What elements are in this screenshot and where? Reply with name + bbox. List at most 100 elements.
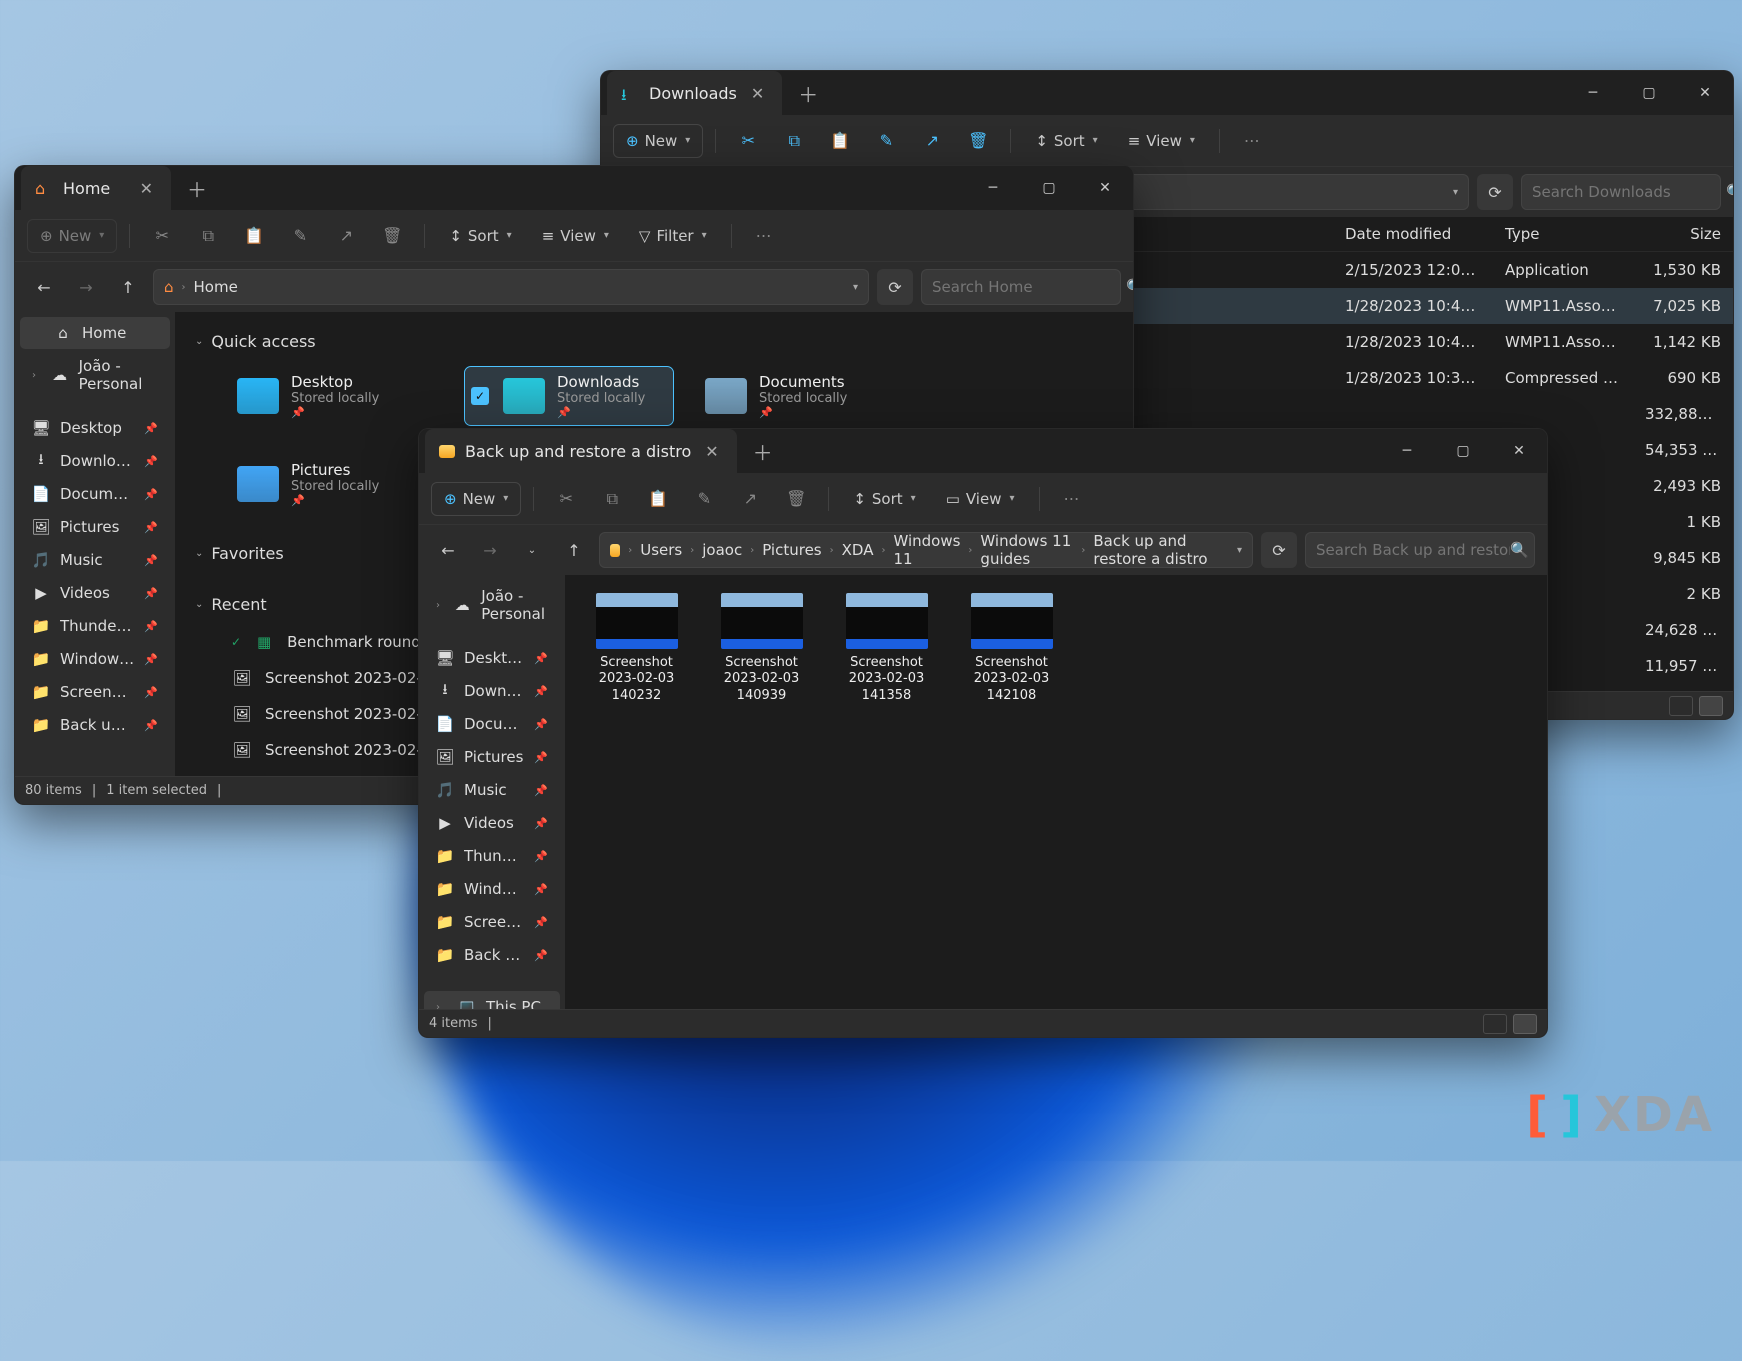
- filter-button[interactable]: ▽ Filter▾: [627, 220, 719, 252]
- minimize-button[interactable]: ─: [1379, 429, 1435, 473]
- sidebar-item[interactable]: 🖼Pictures📌: [20, 511, 170, 543]
- view-button[interactable]: ≡ View▾: [530, 220, 621, 252]
- sort-button[interactable]: ↕ Sort▾: [437, 220, 523, 252]
- address-bar[interactable]: › Users›joaoc›Pictures›XDA›Windows 11›Wi…: [599, 532, 1253, 568]
- sidebar-item[interactable]: ⭳Downloads📌: [20, 445, 170, 477]
- add-tab-button[interactable]: ＋: [737, 437, 789, 466]
- breadcrumb-segment[interactable]: joaoc: [702, 541, 742, 559]
- sidebar-item[interactable]: ›☁João - Personal: [424, 580, 560, 630]
- up-button[interactable]: ↑: [111, 270, 145, 304]
- back-button[interactable]: ←: [27, 270, 61, 304]
- sidebar-item[interactable]: 📄Documents📌: [424, 708, 560, 740]
- minimize-button[interactable]: ─: [1565, 71, 1621, 115]
- sidebar-item[interactable]: 📄Documents📌: [20, 478, 170, 510]
- address-bar[interactable]: ⌂ › Home ▾: [153, 269, 869, 305]
- tab-close-icon[interactable]: ✕: [136, 179, 157, 198]
- tab-backup[interactable]: Back up and restore a distro ✕: [425, 429, 737, 473]
- view-button[interactable]: ▭ View▾: [934, 483, 1027, 515]
- sidebar-item[interactable]: 📁Screenshots📌: [20, 676, 170, 708]
- breadcrumb-segment[interactable]: Windows 11: [893, 532, 960, 568]
- quick-access-item[interactable]: DocumentsStored locally📌: [699, 367, 907, 425]
- quick-access-item[interactable]: DesktopStored locally📌: [231, 367, 439, 425]
- sidebar-item[interactable]: 📁Back up and res📌: [20, 709, 170, 741]
- sidebar-item[interactable]: 🎵Music📌: [20, 544, 170, 576]
- file-thumbnail[interactable]: Screenshot2023-02-03141358: [839, 593, 934, 704]
- add-tab-button[interactable]: ＋: [171, 174, 223, 203]
- sidebar-item[interactable]: 📁Thunderbolt📌: [20, 610, 170, 642]
- col-size[interactable]: Size: [1633, 225, 1733, 243]
- delete-icon[interactable]: 🗑: [958, 123, 998, 159]
- view-mode-toggle[interactable]: [1483, 1014, 1537, 1034]
- search-input[interactable]: [1532, 183, 1726, 201]
- sidebar-item[interactable]: ›☁João - Personal: [20, 350, 170, 400]
- sidebar-item[interactable]: ▶Videos📌: [424, 807, 560, 839]
- refresh-button[interactable]: ⟳: [877, 269, 913, 305]
- sidebar-item[interactable]: 🎵Music📌: [424, 774, 560, 806]
- add-tab-button[interactable]: ＋: [782, 79, 834, 108]
- search-input[interactable]: [1316, 541, 1510, 559]
- col-date[interactable]: Date modified: [1333, 225, 1493, 243]
- file-thumbnail[interactable]: Screenshot2023-02-03142108: [964, 593, 1059, 704]
- breadcrumb-segment[interactable]: Users: [640, 541, 682, 559]
- maximize-button[interactable]: ▢: [1435, 429, 1491, 473]
- sidebar-item[interactable]: 📁Windows 11📌: [424, 873, 560, 905]
- close-button[interactable]: ✕: [1077, 166, 1133, 210]
- share-icon[interactable]: ↗: [730, 481, 770, 517]
- more-icon[interactable]: ⋯: [1052, 481, 1092, 517]
- sort-button[interactable]: ↕ Sort▾: [841, 483, 927, 515]
- rename-icon[interactable]: ✎: [684, 481, 724, 517]
- sidebar-item[interactable]: 📁Screenshots📌: [424, 906, 560, 938]
- maximize-button[interactable]: ▢: [1621, 71, 1677, 115]
- view-button[interactable]: ≡ View▾: [1116, 125, 1207, 157]
- paste-icon[interactable]: 📋: [234, 218, 274, 254]
- sidebar-item[interactable]: ▶Videos📌: [20, 577, 170, 609]
- maximize-button[interactable]: ▢: [1021, 166, 1077, 210]
- forward-button[interactable]: →: [69, 270, 103, 304]
- search-box[interactable]: 🔍: [1305, 532, 1535, 568]
- rename-icon[interactable]: ✎: [280, 218, 320, 254]
- refresh-button[interactable]: ⟳: [1261, 532, 1297, 568]
- share-icon[interactable]: ↗: [326, 218, 366, 254]
- more-icon[interactable]: ⋯: [744, 218, 784, 254]
- cut-icon[interactable]: ✂: [142, 218, 182, 254]
- sidebar-item[interactable]: 📁Thunderbolt📌: [424, 840, 560, 872]
- forward-button[interactable]: →: [473, 533, 507, 567]
- breadcrumb-segment[interactable]: Back up and restore a distro: [1093, 532, 1229, 568]
- recent-locations-button[interactable]: ⌄: [515, 533, 549, 567]
- search-box[interactable]: 🔍: [921, 269, 1121, 305]
- close-button[interactable]: ✕: [1677, 71, 1733, 115]
- search-input[interactable]: [932, 278, 1126, 296]
- refresh-button[interactable]: ⟳: [1477, 174, 1513, 210]
- breadcrumb-segment[interactable]: XDA: [842, 541, 874, 559]
- close-button[interactable]: ✕: [1491, 429, 1547, 473]
- quick-access-item[interactable]: ✓DownloadsStored locally📌: [465, 367, 673, 425]
- copy-icon[interactable]: ⧉: [592, 481, 632, 517]
- file-thumbnail[interactable]: Screenshot2023-02-03140232: [589, 593, 684, 704]
- breadcrumb[interactable]: Home: [194, 278, 238, 296]
- col-type[interactable]: Type: [1493, 225, 1633, 243]
- paste-icon[interactable]: 📋: [820, 123, 860, 159]
- new-button[interactable]: ⊕ New▾: [27, 219, 117, 253]
- section-quick-access[interactable]: ⌄Quick access: [191, 322, 1117, 361]
- sort-button[interactable]: ↕ Sort▾: [1023, 125, 1109, 157]
- sidebar-item[interactable]: 🖼Pictures📌: [424, 741, 560, 773]
- tab-close-icon[interactable]: ✕: [747, 84, 768, 103]
- cut-icon[interactable]: ✂: [728, 123, 768, 159]
- sidebar-item[interactable]: 🖥Desktop📌: [20, 412, 170, 444]
- file-thumbnail[interactable]: Screenshot2023-02-03140939: [714, 593, 809, 704]
- sidebar-item[interactable]: 📁Back up and res📌: [424, 939, 560, 971]
- back-button[interactable]: ←: [431, 533, 465, 567]
- quick-access-item[interactable]: PicturesStored locally📌: [231, 447, 439, 520]
- search-box[interactable]: 🔍: [1521, 174, 1721, 210]
- sidebar-item[interactable]: ⭳Downloads📌: [424, 675, 560, 707]
- cut-icon[interactable]: ✂: [546, 481, 586, 517]
- more-icon[interactable]: ⋯: [1232, 123, 1272, 159]
- breadcrumb-segment[interactable]: Windows 11 guides: [980, 532, 1073, 568]
- tab-downloads[interactable]: ⭳ Downloads ✕: [607, 71, 782, 115]
- copy-icon[interactable]: ⧉: [188, 218, 228, 254]
- rename-icon[interactable]: ✎: [866, 123, 906, 159]
- paste-icon[interactable]: 📋: [638, 481, 678, 517]
- delete-icon[interactable]: 🗑: [372, 218, 412, 254]
- tab-home[interactable]: ⌂ Home ✕: [21, 166, 171, 210]
- breadcrumb-segment[interactable]: Pictures: [762, 541, 821, 559]
